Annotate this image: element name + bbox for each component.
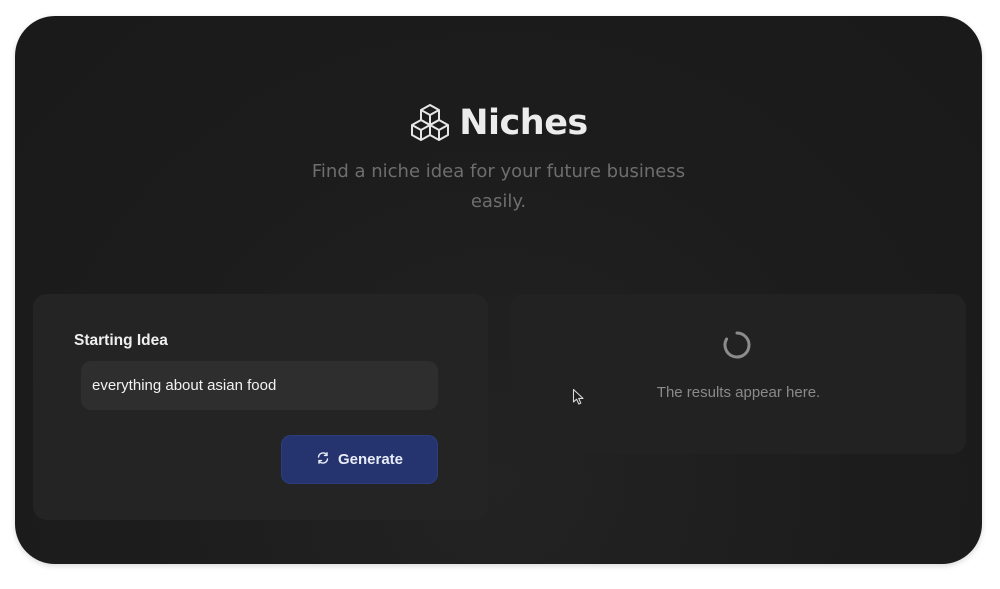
subtitle-line-2: easily. [470, 191, 527, 212]
app-subtitle: Find a niche idea for your future busine… [15, 157, 982, 217]
app-window: Niches Find a niche idea for your future… [15, 16, 982, 564]
starting-idea-label: Starting Idea [74, 332, 168, 349]
generate-button[interactable]: Generate [281, 435, 438, 484]
results-panel [511, 294, 966, 454]
subtitle-line-1: Find a niche idea for your future busine… [311, 161, 686, 182]
mouse-cursor-icon [572, 388, 586, 410]
brand-header: Niches [15, 102, 982, 144]
app-title: Niches [459, 103, 588, 143]
refresh-icon [316, 450, 330, 469]
cubes-icon [409, 102, 451, 144]
generate-button-label: Generate [337, 451, 404, 468]
starting-idea-input[interactable] [81, 361, 438, 410]
spinner-icon [722, 330, 752, 360]
